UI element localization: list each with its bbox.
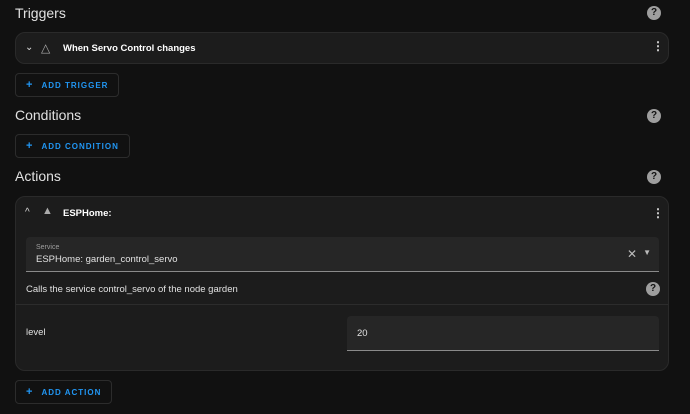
chevron-up-icon[interactable]: ^ bbox=[25, 207, 30, 218]
add-action-label: ADD ACTION bbox=[41, 388, 101, 397]
conditions-heading: Conditions bbox=[15, 107, 81, 123]
level-value: 20 bbox=[357, 328, 368, 339]
trigger-title: When Servo Control changes bbox=[63, 43, 196, 54]
actions-heading: Actions bbox=[15, 168, 61, 184]
esphome-icon: ▲ bbox=[42, 205, 53, 217]
more-options-icon[interactable]: ⋮ bbox=[652, 44, 656, 48]
add-action-button[interactable]: + ADD ACTION bbox=[15, 380, 112, 404]
add-trigger-button[interactable]: + ADD TRIGGER bbox=[15, 73, 119, 97]
divider bbox=[16, 304, 668, 305]
service-help-icon[interactable]: ? bbox=[646, 282, 660, 296]
plus-icon: + bbox=[26, 386, 33, 398]
service-value: ESPHome: garden_control_servo bbox=[36, 254, 178, 265]
action-title: ESPHome: bbox=[63, 208, 112, 219]
level-label: level bbox=[26, 327, 46, 338]
add-trigger-label: ADD TRIGGER bbox=[41, 81, 108, 90]
service-label: Service bbox=[36, 244, 59, 251]
dropdown-arrow-icon[interactable]: ▼ bbox=[643, 248, 651, 257]
actions-help-icon[interactable]: ? bbox=[647, 170, 661, 184]
triggers-help-icon[interactable]: ? bbox=[647, 6, 661, 20]
add-condition-label: ADD CONDITION bbox=[41, 142, 118, 151]
conditions-help-icon[interactable]: ? bbox=[647, 109, 661, 123]
service-field[interactable]: Service ESPHome: garden_control_servo ✕ … bbox=[26, 237, 659, 272]
more-options-icon[interactable]: ⋮ bbox=[652, 211, 656, 215]
chevron-down-icon[interactable]: ⌄ bbox=[25, 42, 33, 53]
trigger-card[interactable]: ⌄ △ When Servo Control changes ⋮ bbox=[15, 32, 669, 64]
add-condition-button[interactable]: + ADD CONDITION bbox=[15, 134, 130, 158]
triggers-heading: Triggers bbox=[15, 5, 66, 21]
clear-icon[interactable]: ✕ bbox=[627, 247, 637, 261]
service-description: Calls the service control_servo of the n… bbox=[26, 284, 238, 295]
trigger-state-icon: △ bbox=[41, 41, 50, 55]
plus-icon: + bbox=[26, 79, 33, 91]
level-input[interactable]: 20 bbox=[347, 316, 659, 351]
plus-icon: + bbox=[26, 140, 33, 152]
action-card: ^ ▲ ESPHome: ⋮ Service ESPHome: garden_c… bbox=[15, 196, 669, 371]
